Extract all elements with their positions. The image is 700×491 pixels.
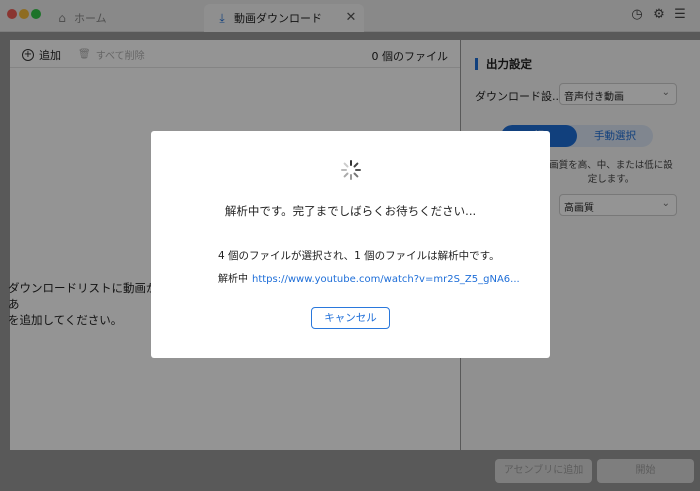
analyzing-message: 解析中です。完了までしばらくお待ちください... <box>224 204 477 218</box>
file-status-message: 4 個のファイルが選択され、1 個のファイルは解析中です。 <box>218 250 500 262</box>
analyzing-prefix: 解析中 <box>218 274 248 285</box>
loading-spinner-icon <box>341 160 361 180</box>
analyzing-dialog: 解析中です。完了までしばらくお待ちください... 4 個のファイルが選択され、1… <box>151 131 550 358</box>
analyzing-url-line: 解析中 https://www.youtube.com/watch?v=mr2S_… <box>218 270 520 285</box>
cancel-button[interactable]: キャンセル <box>311 307 390 329</box>
analyzing-url-link[interactable]: https://www.youtube.com/watch?v=mr2S_Z5_… <box>252 274 520 285</box>
